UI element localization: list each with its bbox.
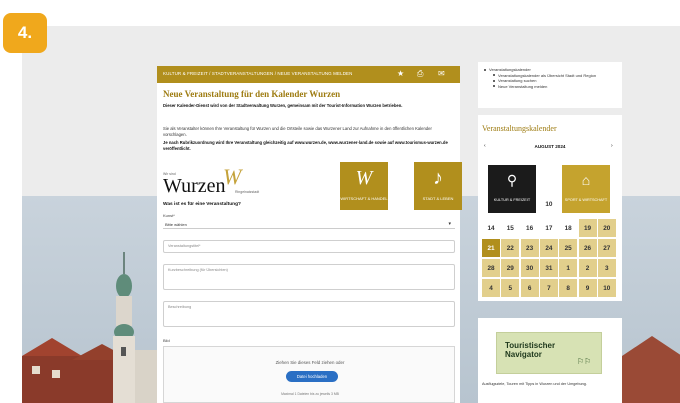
calendar-tile-sport[interactable]: ⌂ SPORT & WIRTSCHAFT: [562, 165, 610, 213]
calendar-day[interactable]: 25: [559, 239, 578, 257]
calendar-day[interactable]: 2: [578, 259, 597, 277]
category-tile-stadt[interactable]: ♪ STADT & LEBEN: [414, 162, 462, 210]
bicycle-icon: ⚲: [506, 172, 518, 188]
calendar-day[interactable]: 1: [559, 259, 578, 277]
calendar-day[interactable]: 7: [539, 279, 558, 297]
tourist-navigator-text: Ausflugsziele, Touren mit Tipps in Wurze…: [482, 382, 587, 386]
upload-note: Maximal 1 Dateien bis zu jeweils 3 MB: [281, 392, 339, 396]
calendar-day[interactable]: 5: [501, 279, 520, 297]
event-type-question: Was ist es für eine Veranstaltung?: [163, 202, 241, 207]
calendar-day[interactable]: 23: [520, 239, 539, 257]
intro-text-bold: Dieser Kalender-Dienst wird von der Stad…: [163, 103, 403, 108]
calendar-day[interactable]: 26: [578, 239, 597, 257]
upload-button[interactable]: Datei hochladen: [286, 371, 338, 382]
map-pin-icon: ⚐⚐: [577, 357, 592, 366]
calendar-day[interactable]: 6: [520, 279, 539, 297]
wurzen-logo: Wir sind Wurzen W Ringelnatzstadt: [163, 164, 260, 197]
intro-text: Sie als Veranstalter können Ihre Veranst…: [163, 126, 432, 137]
tourist-navigator-box: Touristischer Navigator ⚐⚐ Ausflugsziele…: [478, 318, 622, 403]
print-icon[interactable]: ⎙: [417, 69, 423, 79]
dropzone-hint: Ziehen Sie dieses Feld ziehen oder: [275, 360, 345, 365]
upload-label: Bild: [163, 338, 170, 343]
calendar-day[interactable]: 17: [539, 219, 558, 237]
calendar-day[interactable]: 28: [482, 259, 500, 277]
calendar-day[interactable]: 24: [539, 239, 558, 257]
calendar-day[interactable]: 9: [578, 279, 597, 297]
description-textarea[interactable]: Beschreibung: [163, 301, 455, 327]
breadcrumb-bar: KULTUR & FREIZEIT / STADTVERANSTALTUNGEN…: [157, 66, 460, 83]
title-input[interactable]: Veranstaltungstitel*: [163, 240, 455, 253]
step-number-badge: 4.: [3, 13, 47, 53]
logo-w-mark: W: [223, 164, 242, 189]
file-dropzone[interactable]: Ziehen Sie dieses Feld ziehen oder Datei…: [163, 346, 455, 403]
calendar-day[interactable]: 8: [559, 279, 578, 297]
calendar-tile-kultur[interactable]: ⚲ KULTUR & FREIZEIT: [488, 165, 536, 213]
page-background: 4. KULTUR & FREIZEIT / STADTVERANSTALTUN…: [0, 0, 680, 403]
calendar-month: AUGUST 2024: [534, 144, 566, 149]
roof-right: [622, 336, 680, 403]
calendar-day[interactable]: 18: [559, 219, 578, 237]
page-title: Neue Veranstaltung für den Kalender Wurz…: [163, 89, 341, 99]
town-rooftops: [22, 338, 162, 403]
calendar-day[interactable]: 19: [578, 219, 597, 237]
event-form-panel: KULTUR & FREIZEIT / STADTVERANSTALTUNGEN…: [157, 66, 462, 403]
star-icon[interactable]: ★: [397, 69, 404, 79]
calendar-day[interactable]: 16: [520, 219, 539, 237]
event-calendar: Veranstaltungskalender ‹ AUGUST 2024 › 1…: [478, 115, 622, 301]
calendar-next-button[interactable]: ›: [611, 142, 613, 151]
calendar-day[interactable]: 14: [482, 219, 500, 237]
calendar-day[interactable]: 22: [501, 239, 520, 257]
market-icon: ⌂: [581, 172, 591, 188]
tourist-navigator-card[interactable]: Touristischer Navigator ⚐⚐: [496, 332, 602, 374]
short-description-textarea[interactable]: Kurzbeschreibung (für Übersichten): [163, 264, 455, 290]
calendar-day[interactable]: 27: [597, 239, 616, 257]
art-label: Kunst*: [163, 213, 175, 218]
sidebar-link-new[interactable]: Neue Veranstaltung melden: [484, 84, 596, 90]
calendar-day[interactable]: 29: [501, 259, 520, 277]
event-type-select[interactable]: Bitte wählen ▾: [163, 220, 455, 229]
calendar-day[interactable]: 15: [501, 219, 520, 237]
category-tile-wirtschaft[interactable]: W WIRTSCHAFT & HANDEL: [340, 162, 388, 210]
calendar-day[interactable]: 3: [597, 259, 616, 277]
calendar-day[interactable]: 10: [597, 279, 616, 297]
breadcrumb[interactable]: KULTUR & FREIZEIT / STADTVERANSTALTUNGEN…: [163, 71, 353, 76]
calendar-day[interactable]: 10: [539, 195, 558, 213]
calendar-day[interactable]: 21: [482, 239, 500, 257]
sidebar-links: Veranstaltungskalender Veranstaltungskal…: [478, 62, 622, 108]
intro-text-bold-2: Je nach Rubrikzuordnung wird Ihre Verans…: [163, 140, 448, 151]
calendar-day[interactable]: 30: [520, 259, 539, 277]
calendar-day[interactable]: 31: [539, 259, 558, 277]
calendar-day[interactable]: 20: [597, 219, 616, 237]
church-tower: [113, 252, 135, 403]
mail-icon[interactable]: ✉: [438, 69, 445, 79]
calendar-title: Veranstaltungskalender: [482, 124, 557, 133]
calendar-day[interactable]: 4: [482, 279, 500, 297]
chevron-down-icon: ▾: [448, 221, 451, 227]
